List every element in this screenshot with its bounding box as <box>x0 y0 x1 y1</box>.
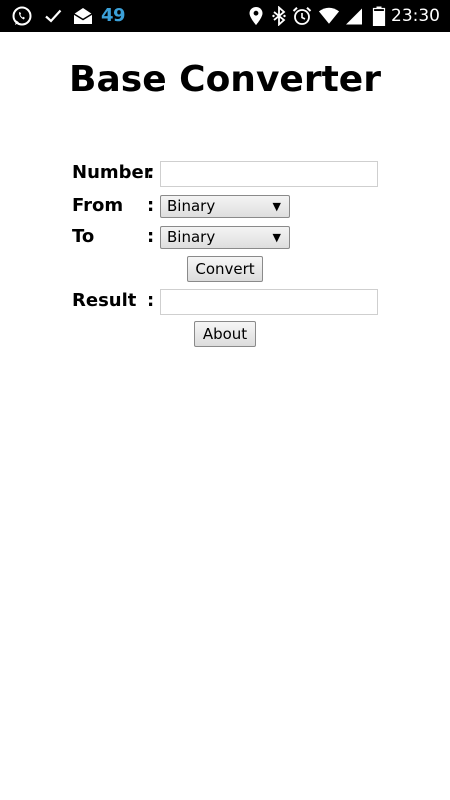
signal-icon <box>343 6 365 26</box>
to-label: To <box>72 226 95 247</box>
number-label: Number <box>72 162 153 183</box>
about-button[interactable]: About <box>194 321 256 347</box>
result-output[interactable] <box>160 289 378 315</box>
to-select-value: Binary <box>167 228 216 246</box>
wifi-icon <box>318 6 340 26</box>
from-select-value: Binary <box>167 197 216 215</box>
battery-icon <box>368 6 390 26</box>
whatsapp-icon <box>11 6 33 26</box>
result-colon: : <box>147 290 155 311</box>
mail-icon <box>72 6 94 26</box>
clock: 23:30 <box>391 6 440 26</box>
dropdown-arrow-icon: ▼ <box>272 200 281 213</box>
convert-button[interactable]: Convert <box>187 256 263 282</box>
from-colon: : <box>147 195 155 216</box>
location-icon <box>245 6 267 26</box>
status-bar: 49 23:30 <box>0 0 450 32</box>
alarm-icon <box>291 6 313 26</box>
from-select[interactable]: Binary ▼ <box>160 195 290 218</box>
number-input[interactable] <box>160 161 378 187</box>
check-icon <box>42 6 64 26</box>
to-colon: : <box>147 226 155 247</box>
page-title: Base Converter <box>69 59 381 100</box>
bluetooth-icon <box>268 6 290 26</box>
number-colon: : <box>147 162 155 183</box>
notification-count: 49 <box>101 5 126 26</box>
from-label: From <box>72 195 124 216</box>
result-label: Result <box>72 290 137 311</box>
dropdown-arrow-icon: ▼ <box>272 231 281 244</box>
to-select[interactable]: Binary ▼ <box>160 226 290 249</box>
